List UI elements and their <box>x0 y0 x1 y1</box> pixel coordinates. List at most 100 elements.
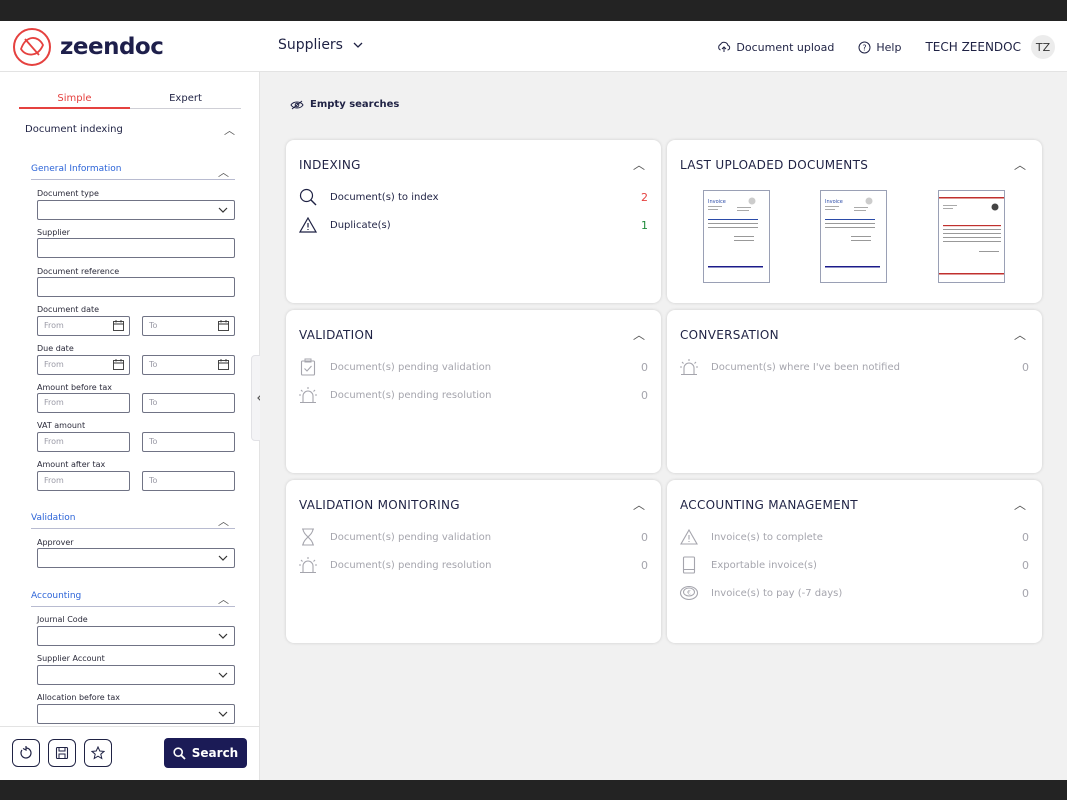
supplier-label: Supplier <box>37 228 70 237</box>
help-label: Help <box>876 40 902 54</box>
row-label: Invoice(s) to pay (-7 days) <box>711 587 843 599</box>
calendar-icon <box>218 320 229 331</box>
approver-select[interactable] <box>37 548 235 568</box>
vat-amount-to[interactable]: To <box>142 432 235 452</box>
due-date-to[interactable]: To <box>142 355 235 375</box>
section-document-indexing[interactable]: Document indexing <box>25 124 123 135</box>
search-button[interactable]: Search <box>164 738 247 768</box>
euro-coins-icon: € <box>679 585 699 601</box>
document-date-from[interactable]: From <box>37 316 130 336</box>
chevron-up-icon[interactable]: ︿ <box>1014 496 1026 513</box>
row-count: 0 <box>1022 360 1029 374</box>
approver-label: Approver <box>37 538 74 547</box>
row-label: Document(s) pending resolution <box>330 389 492 401</box>
row-count: 2 <box>641 190 648 204</box>
document-reference-label: Document reference <box>37 267 120 276</box>
document-reference-input[interactable] <box>37 277 235 297</box>
hourglass-icon <box>302 528 314 546</box>
placeholder: To <box>149 321 158 330</box>
amount-after-tax-from[interactable]: From <box>37 471 130 491</box>
empty-searches-label: Empty searches <box>310 99 400 110</box>
top-frame <box>0 0 1067 21</box>
document-date-to[interactable]: To <box>142 316 235 336</box>
calendar-icon <box>218 359 229 370</box>
card-title: INDEXING <box>299 158 361 172</box>
row-label: Document(s) to index <box>330 191 439 203</box>
amount-before-tax-to[interactable]: To <box>142 393 235 413</box>
avatar[interactable]: TZ <box>1031 35 1055 59</box>
row-monitoring-pending-validation[interactable]: Document(s) pending validation 0 <box>298 526 648 548</box>
chevron-up-icon[interactable]: ︿ <box>1014 326 1026 343</box>
logo[interactable]: zeendoc <box>12 27 164 67</box>
favorite-button[interactable] <box>84 739 112 767</box>
chevron-up-icon[interactable]: ︿ <box>633 326 645 343</box>
document-type-select[interactable] <box>37 200 235 220</box>
save-search-button[interactable] <box>48 739 76 767</box>
suppliers-dropdown[interactable]: Suppliers <box>278 37 363 53</box>
group-accounting[interactable]: Accounting ︿ <box>31 591 235 607</box>
placeholder: From <box>44 360 64 369</box>
chevron-up-icon[interactable]: ︿ <box>1014 156 1026 173</box>
row-label: Exportable invoice(s) <box>711 559 817 571</box>
warning-icon <box>299 217 317 233</box>
group-validation[interactable]: Validation ︿ <box>31 513 235 529</box>
empty-searches-button[interactable]: Empty searches <box>290 99 399 110</box>
tab-simple[interactable]: Simple <box>19 92 130 109</box>
due-date-from[interactable]: From <box>37 355 130 375</box>
search-icon <box>173 746 186 760</box>
eye-off-icon <box>290 100 304 109</box>
clipboard-check-icon <box>300 358 316 376</box>
placeholder: From <box>44 321 64 330</box>
chevron-down-icon <box>218 711 228 717</box>
card-title: CONVERSATION <box>680 328 779 342</box>
user-name[interactable]: TECH ZEENDOC <box>925 40 1021 54</box>
placeholder: From <box>44 437 64 446</box>
chevron-up-icon[interactable]: ︿ <box>633 156 645 173</box>
amount-after-tax-to[interactable]: To <box>142 471 235 491</box>
row-notified-documents[interactable]: Document(s) where I've been notified 0 <box>679 356 1029 378</box>
tab-expert[interactable]: Expert <box>130 92 241 109</box>
search-sidebar: Simple Expert Document indexing ︿ Genera… <box>0 72 260 780</box>
alarm-light-icon <box>299 557 317 574</box>
group-label: General Information <box>31 164 122 174</box>
row-label: Duplicate(s) <box>330 219 391 231</box>
row-label: Document(s) pending validation <box>330 361 492 373</box>
alarm-light-icon <box>299 387 317 404</box>
supplier-account-label: Supplier Account <box>37 654 105 663</box>
reset-button[interactable] <box>12 739 40 767</box>
row-pending-resolution[interactable]: Document(s) pending resolution 0 <box>298 384 648 406</box>
document-thumbnail[interactable] <box>938 190 1005 283</box>
vat-amount-from[interactable]: From <box>37 432 130 452</box>
supplier-account-select[interactable] <box>37 665 235 685</box>
suppliers-label: Suppliers <box>278 37 343 53</box>
row-exportable-invoices[interactable]: Exportable invoice(s) 0 <box>679 554 1029 576</box>
row-count: 0 <box>1022 586 1029 600</box>
row-documents-to-index[interactable]: Document(s) to index 2 <box>298 186 648 208</box>
due-date-label: Due date <box>37 344 74 353</box>
chevron-up-icon[interactable]: ︿ <box>633 496 645 513</box>
search-button-label: Search <box>191 746 239 760</box>
dashboard: Empty searches INDEXING ︿ Document(s) to… <box>260 72 1067 780</box>
document-upload-link[interactable]: Document upload <box>717 41 834 54</box>
row-invoices-to-complete[interactable]: Invoice(s) to complete 0 <box>679 526 1029 548</box>
document-date-label: Document date <box>37 305 100 314</box>
chevron-up-icon: ︿ <box>218 166 229 179</box>
document-thumbnail[interactable]: Invoice <box>820 190 887 283</box>
row-duplicates[interactable]: Duplicate(s) 1 <box>298 214 648 236</box>
journal-code-select[interactable] <box>37 626 235 646</box>
amount-before-tax-from[interactable]: From <box>37 393 130 413</box>
card-indexing: INDEXING ︿ Document(s) to index 2 Duplic… <box>286 140 661 303</box>
chevron-up-icon[interactable]: ︿ <box>224 122 235 138</box>
row-invoices-to-pay[interactable]: € Invoice(s) to pay (-7 days) 0 <box>679 582 1029 604</box>
card-conversation: CONVERSATION ︿ Document(s) where I've be… <box>667 310 1042 473</box>
row-pending-validation[interactable]: Document(s) pending validation 0 <box>298 356 648 378</box>
allocation-before-tax-select[interactable] <box>37 704 235 724</box>
placeholder: To <box>149 360 158 369</box>
cloud-upload-icon <box>718 41 731 52</box>
supplier-input[interactable] <box>37 238 235 258</box>
chevron-down-icon <box>218 633 228 639</box>
help-link[interactable]: ? Help <box>858 41 901 54</box>
row-monitoring-pending-resolution[interactable]: Document(s) pending resolution 0 <box>298 554 648 576</box>
document-thumbnail[interactable]: Invoice <box>703 190 770 283</box>
group-general-information[interactable]: General Information ︿ <box>31 164 235 180</box>
